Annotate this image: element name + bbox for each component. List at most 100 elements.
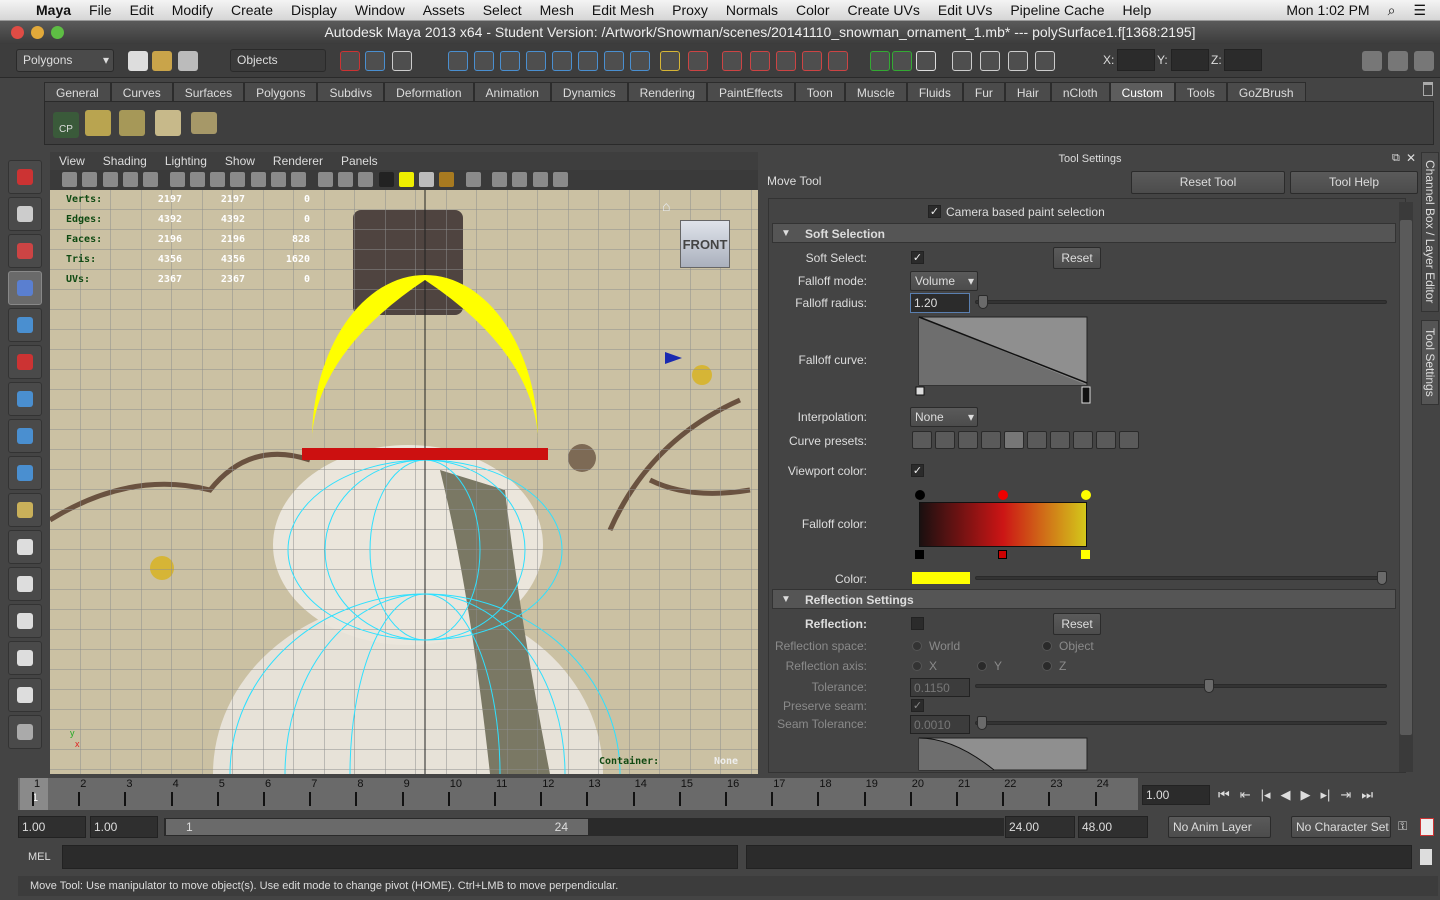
curve-key-start[interactable] [915, 386, 925, 396]
key-icon[interactable]: ⚿ [1398, 819, 1407, 834]
panel-toolbar-icon[interactable] [465, 172, 481, 187]
panel-toolbar-icon[interactable] [317, 172, 333, 187]
animation-preferences-icon[interactable] [1420, 818, 1434, 836]
shelf-tab-hair[interactable]: Hair [1004, 82, 1051, 102]
color-slider-thumb[interactable] [1377, 571, 1387, 585]
zoom-window-button[interactable] [51, 26, 64, 39]
curve-preset-button[interactable] [935, 431, 955, 449]
status-tool-icon[interactable] [722, 51, 742, 71]
reflection-settings-header[interactable]: ▼ Reflection Settings [772, 589, 1396, 609]
shelf-tab-fluids[interactable]: Fluids [906, 82, 963, 102]
graph-layout-tool-icon[interactable] [8, 641, 42, 675]
shelf-button-cp[interactable]: CP [53, 112, 79, 138]
paint-select-tool-icon[interactable] [8, 234, 42, 268]
panel-toolbar-icon[interactable] [143, 172, 159, 187]
seam-tolerance-field[interactable]: 0.0010 [910, 715, 970, 734]
shelf-tab-ncloth[interactable]: nCloth [1050, 82, 1110, 102]
channel-box-icon[interactable] [1414, 51, 1434, 71]
menu-mesh[interactable]: Mesh [531, 2, 583, 18]
step-back-key-icon[interactable]: ⇤ [1240, 787, 1251, 803]
radio-world[interactable] [912, 641, 922, 651]
ramp-key-yellow[interactable] [1081, 550, 1090, 559]
color-slider[interactable] [975, 576, 1387, 580]
falloff-mode-dropdown[interactable]: Volume ▾ [910, 271, 978, 291]
outliner-layout-tool-icon[interactable] [8, 604, 42, 638]
side-tab-channel-box[interactable]: Channel Box / Layer Editor [1421, 152, 1439, 312]
status-tool-icon[interactable] [578, 51, 598, 71]
ramp-handle-black[interactable] [915, 490, 925, 500]
menu-set-dropdown[interactable]: Polygons ▾ [16, 49, 114, 72]
menu-proxy[interactable]: Proxy [663, 2, 717, 18]
rotate-tool-icon[interactable] [8, 308, 42, 342]
status-tool-icon[interactable] [1035, 51, 1055, 71]
select-tool-icon[interactable] [8, 160, 42, 194]
start-time-field[interactable]: 1.00 [18, 816, 86, 838]
attribute-editor-icon[interactable] [1362, 51, 1382, 71]
preserve-seam-checkbox[interactable]: ✓ [911, 699, 924, 712]
status-tool-icon[interactable] [526, 51, 546, 71]
minimize-window-button[interactable] [31, 26, 44, 39]
scrollbar[interactable] [1399, 202, 1413, 772]
falloff-color-ramp[interactable] [919, 502, 1087, 547]
end-time-field[interactable]: 48.00 [1078, 816, 1148, 838]
panel-menu-view[interactable]: View [50, 152, 94, 170]
panel-toolbar-icon[interactable] [169, 172, 185, 187]
menu-create[interactable]: Create [222, 2, 282, 18]
viewport-color-checkbox[interactable]: ✓ [911, 464, 924, 477]
scale-tool-icon[interactable] [8, 345, 42, 379]
panel-toolbar-icon[interactable] [398, 172, 414, 187]
tool-settings-icon[interactable] [1388, 51, 1408, 71]
radio-z[interactable] [1042, 661, 1052, 671]
panel-toolbar-icon[interactable] [230, 172, 246, 187]
curve-preset-button[interactable] [1004, 431, 1024, 449]
panel-toolbar-icon[interactable] [62, 172, 77, 187]
panel-toolbar-icon[interactable] [250, 172, 266, 187]
radio-x[interactable] [912, 661, 922, 671]
go-to-start-icon[interactable]: ⏮ [1218, 787, 1230, 803]
character-set-dropdown[interactable]: No Character Set [1291, 816, 1391, 838]
ramp-handle-red[interactable] [998, 490, 1008, 500]
tool-help-button[interactable]: Tool Help [1290, 171, 1418, 194]
panel-menu-shading[interactable]: Shading [94, 152, 156, 170]
lasso-tool-icon[interactable] [8, 197, 42, 231]
status-tool-icon[interactable] [870, 51, 890, 71]
step-forward-frame-icon[interactable]: ▸| [1321, 787, 1331, 803]
panel-toolbar-icon[interactable] [82, 172, 98, 187]
shelf-tab-general[interactable]: General [44, 82, 111, 102]
last-tool-tool-icon[interactable] [8, 493, 42, 527]
viewport-3d[interactable]: x y Verts: 2197 2197 0 Edges: 4392 4392 0 Faces:… [50, 190, 758, 774]
menu-file[interactable]: File [80, 2, 121, 18]
reset-tool-button[interactable]: Reset Tool [1131, 171, 1285, 194]
shelf-tab-subdivs[interactable]: Subdivs [317, 82, 385, 102]
float-icon[interactable]: ⧉ [1392, 152, 1400, 165]
menu-select[interactable]: Select [474, 2, 531, 18]
status-tool-icon[interactable] [365, 51, 385, 71]
play-forward-icon[interactable]: ▶ [1301, 787, 1311, 803]
curve-preset-button[interactable] [1119, 431, 1139, 449]
panel-toolbar-icon[interactable] [378, 172, 394, 187]
status-tool-icon[interactable] [802, 51, 822, 71]
status-tool-icon[interactable] [750, 51, 770, 71]
shelf-tab-curves[interactable]: Curves [110, 82, 173, 102]
reflection-checkbox[interactable] [911, 617, 924, 630]
menu-normals[interactable]: Normals [717, 2, 787, 18]
shelf-tab-painteffects[interactable]: PaintEffects [706, 82, 795, 102]
status-tool-icon[interactable] [474, 51, 494, 71]
seam-falloff-curve[interactable] [914, 737, 1094, 771]
curve-preset-button[interactable] [981, 431, 1001, 449]
sculpt-tool-icon[interactable] [8, 715, 42, 749]
falloff-radius-slider-thumb[interactable] [978, 295, 988, 309]
shelf-tab-animation[interactable]: Animation [473, 82, 551, 102]
panel-menu-renderer[interactable]: Renderer [264, 152, 332, 170]
shelf-tab-rendering[interactable]: Rendering [627, 82, 707, 102]
save-scene-icon[interactable] [178, 51, 198, 71]
soft-select-reset-button[interactable]: Reset [1053, 247, 1101, 269]
x-field[interactable] [1117, 49, 1155, 71]
panel-toolbar-icon[interactable] [492, 172, 507, 187]
tolerance-field[interactable]: 0.1150 [910, 678, 970, 697]
spotlight-icon[interactable]: ⌕ [1379, 2, 1405, 19]
menu-edit[interactable]: Edit [121, 2, 163, 18]
close-icon[interactable]: ✕ [1406, 151, 1416, 165]
status-tool-icon[interactable] [1008, 51, 1028, 71]
panel-toolbar-icon[interactable] [102, 172, 118, 187]
